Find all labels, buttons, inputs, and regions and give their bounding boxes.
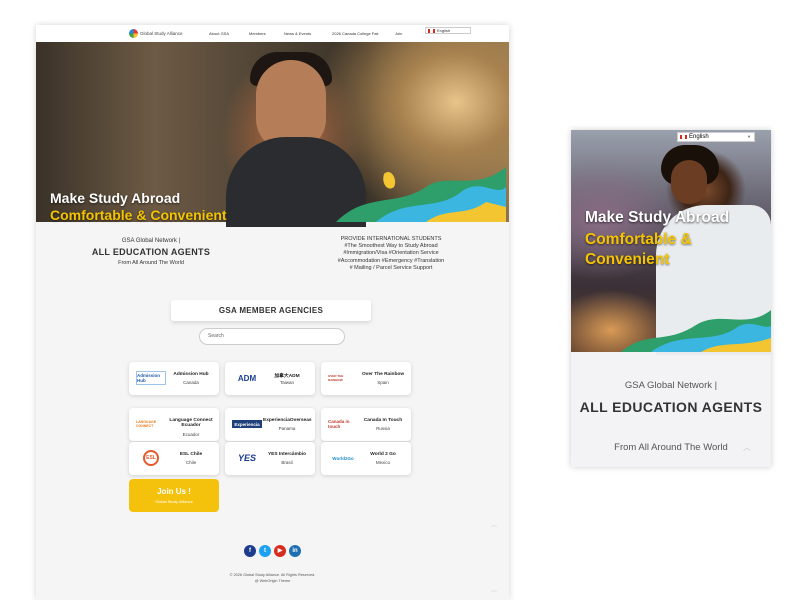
member-card-yes[interactable]: YES YES Intercâmbio Brasil xyxy=(225,442,315,475)
mobile-network-subtitle: From All Around The World xyxy=(614,442,728,453)
mobile-hero-banner: English ▼ Make Study Abroad Comfortable … xyxy=(571,130,771,355)
members-section-title: GSA MEMBER AGENCIES xyxy=(171,300,371,321)
yes-logo: YES xyxy=(237,453,256,463)
member-card-language-connect[interactable]: LANGUAGE CONNECT Language Connect Ecuado… xyxy=(129,408,219,441)
member-name: 加拿大ADM xyxy=(274,374,300,379)
scroll-up-icon[interactable]: ︿ xyxy=(491,520,497,529)
mobile-network-label: GSA Global Network | xyxy=(624,380,718,391)
adm-logo: ADM xyxy=(237,373,257,383)
member-country: Spain xyxy=(377,380,389,385)
paint-splash-graphic xyxy=(336,167,506,222)
member-country: Taiwan xyxy=(279,380,294,385)
site-logo[interactable]: Global Study Alliance xyxy=(129,29,183,38)
member-country: Canada xyxy=(183,380,199,385)
facebook-icon[interactable]: f xyxy=(244,545,256,557)
member-card-world-2-go[interactable]: World2Go World 2 Go Mexico xyxy=(321,442,411,475)
member-country: Panama xyxy=(278,426,296,431)
world-2-go-logo: World2Go xyxy=(332,455,354,461)
member-card-adm[interactable]: ADM 加拿大ADM Taiwan xyxy=(225,362,315,395)
hero-subheadline: Comfortable & Convenient xyxy=(50,207,227,223)
mobile-hero-person-face xyxy=(671,160,707,204)
member-name: Over The Rainbow xyxy=(361,372,405,377)
hero-banner: Make Study Abroad Comfortable & Convenie… xyxy=(36,42,509,227)
member-country: Russia xyxy=(376,426,390,431)
mobile-network-title: ALL EDUCATION AGENTS xyxy=(579,399,763,415)
nav-join[interactable]: Join xyxy=(395,31,402,36)
language-select[interactable]: English xyxy=(425,27,471,34)
linkedin-icon[interactable]: in xyxy=(289,545,301,557)
member-name: World 2 Go xyxy=(370,452,396,457)
network-info: GSA Global Network | ALL EDUCATION AGENT… xyxy=(76,238,226,266)
scroll-up-icon[interactable]: ︿ xyxy=(491,585,497,594)
services-line: #Immigration/Visa #Orientation Service xyxy=(343,250,439,257)
member-search-input[interactable]: Search xyxy=(199,328,345,345)
network-label: GSA Global Network | xyxy=(121,238,181,244)
member-country: Mexico xyxy=(375,460,391,465)
twitter-icon[interactable]: t xyxy=(259,545,271,557)
mobile-hero-headline: Make Study Abroad xyxy=(585,209,730,226)
member-country: Brasil xyxy=(281,460,293,465)
hero-headline: Make Study Abroad xyxy=(50,190,181,206)
mobile-language-label: English xyxy=(689,134,709,140)
nav-about[interactable]: About GSA xyxy=(209,31,229,36)
language-label: English xyxy=(437,28,451,33)
over-the-rainbow-logo: OVER THE RAINBOW xyxy=(328,374,344,382)
network-title: ALL EDUCATION AGENTS xyxy=(91,247,211,257)
logo-text: Global Study Alliance xyxy=(140,31,183,36)
mobile-scroll-up-icon[interactable]: ︿ xyxy=(743,442,751,453)
member-card-canada-in-touch[interactable]: Canada in touch Canada In Touch Russia xyxy=(321,408,411,441)
join-label: Join Us ! xyxy=(157,487,191,496)
network-subtitle: From All Around The World xyxy=(118,260,184,266)
nav-college-fair[interactable]: 2026 Canada College Fair xyxy=(332,31,379,36)
logo-icon xyxy=(129,29,138,38)
mobile-paint-splash-graphic xyxy=(621,310,771,352)
member-country: Chile xyxy=(185,460,197,465)
mobile-hero-subheadline: Comfortable & Convenient xyxy=(585,231,692,268)
member-card-admission-hub[interactable]: Admission Hub Admission Hub Canada xyxy=(129,362,219,395)
canada-flag-icon xyxy=(428,28,435,33)
experiencia-logo: Experiencia xyxy=(232,420,262,428)
services-line: # Mailing / Parcel Service Support xyxy=(349,264,433,271)
canada-flag-icon xyxy=(680,135,687,139)
mobile-language-select[interactable]: English ▼ xyxy=(677,132,755,142)
footer-theme: @ WebOrigin Theme xyxy=(254,579,291,583)
footer-copyright: © 2026 Global Study Alliance. All Rights… xyxy=(229,573,316,577)
member-card-esl-chile[interactable]: ESL ESL Chile Chile xyxy=(129,442,219,475)
nav-members[interactable]: Members xyxy=(249,31,266,36)
member-country: Ecuador xyxy=(182,432,200,437)
join-us-button[interactable]: Join Us ! Global Study Alliance xyxy=(129,479,219,512)
canada-in-touch-logo: Canada in touch xyxy=(328,419,350,429)
top-nav: Global Study Alliance About GSA Members … xyxy=(36,25,509,42)
desktop-mockup: Global Study Alliance About GSA Members … xyxy=(36,25,509,600)
services-heading: PROVIDE INTERNATIONAL STUDENTS xyxy=(340,236,442,242)
member-name: Admission Hub xyxy=(173,372,209,377)
chevron-down-icon: ▼ xyxy=(747,134,751,139)
services-line: #The Smoothest Way to Study Abroad xyxy=(344,243,438,250)
member-name: ESL Chile xyxy=(179,452,203,457)
admission-hub-logo: Admission Hub xyxy=(136,371,166,385)
language-connect-logo: LANGUAGE CONNECT xyxy=(136,420,157,428)
services-info: PROVIDE INTERNATIONAL STUDENTS #The Smoo… xyxy=(326,236,456,272)
member-name: ExperienciaOverseas xyxy=(263,418,312,423)
member-name: YES Intercâmbio xyxy=(267,452,307,457)
nav-news-events[interactable]: News & Events xyxy=(284,31,311,36)
mobile-mockup: English ▼ Make Study Abroad Comfortable … xyxy=(571,130,771,467)
member-name: Canada In Touch xyxy=(363,418,403,423)
youtube-icon[interactable]: ▶ xyxy=(274,545,286,557)
member-name: Language Connect Ecuador xyxy=(169,418,213,428)
member-card-over-the-rainbow[interactable]: OVER THE RAINBOW Over The Rainbow Spain xyxy=(321,362,411,395)
esl-chile-logo: ESL xyxy=(136,450,166,466)
services-line: #Accommodation #Emergency #Translation xyxy=(337,257,445,264)
member-card-experiencia[interactable]: Experiencia ExperienciaOverseas Panama xyxy=(225,408,315,441)
join-sublabel: Global Study Alliance xyxy=(155,499,193,504)
esl-logo-mark: ESL xyxy=(143,450,159,466)
